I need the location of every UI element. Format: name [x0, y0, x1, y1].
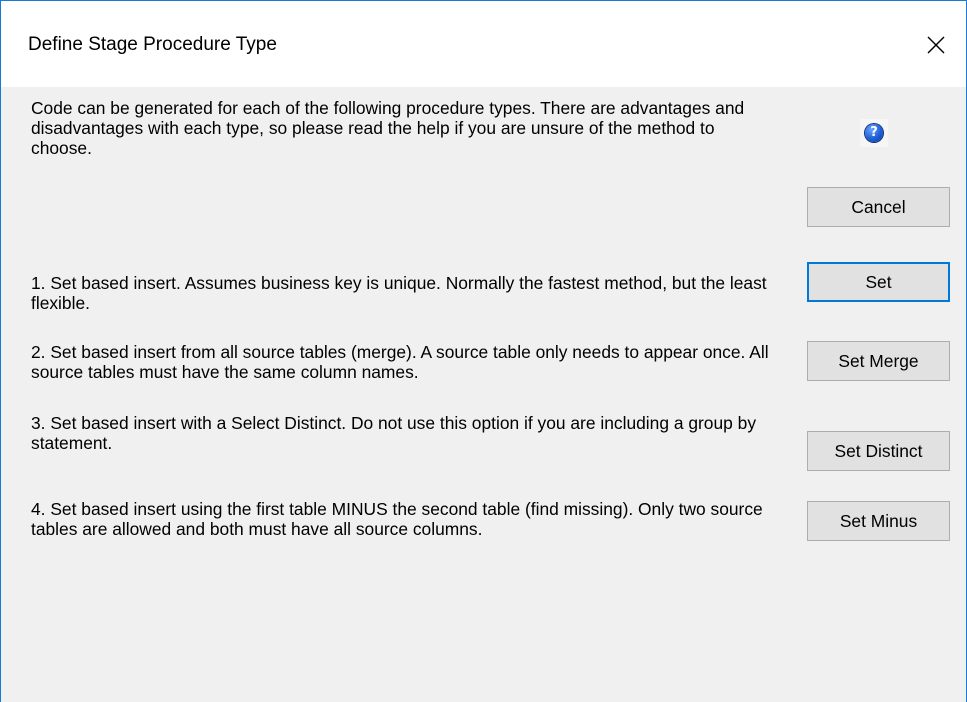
question-icon: ?	[865, 124, 883, 142]
set-merge-button[interactable]: Set Merge	[807, 341, 950, 381]
window-title: Define Stage Procedure Type	[28, 34, 277, 55]
help-button[interactable]: ?	[859, 118, 889, 148]
set-minus-button[interactable]: Set Minus	[807, 501, 950, 541]
option-set-merge-description: 2. Set based insert from all source tabl…	[31, 342, 769, 382]
option-set-description: 1. Set based insert. Assumes business ke…	[31, 273, 767, 313]
close-icon	[927, 36, 945, 54]
option-set-minus-description: 4. Set based insert using the first tabl…	[31, 499, 763, 539]
title-bar: Define Stage Procedure Type	[1, 1, 966, 87]
close-button[interactable]	[906, 23, 966, 67]
cancel-button[interactable]: Cancel	[807, 187, 950, 227]
dialog-window: Define Stage Procedure Type Code can be …	[0, 0, 967, 702]
dialog-body: Code can be generated for each of the fo…	[1, 87, 966, 702]
option-set-distinct-description: 3. Set based insert with a Select Distin…	[31, 413, 757, 453]
set-distinct-button[interactable]: Set Distinct	[807, 431, 950, 471]
intro-text: Code can be generated for each of the fo…	[31, 98, 745, 158]
set-button[interactable]: Set	[807, 262, 950, 302]
